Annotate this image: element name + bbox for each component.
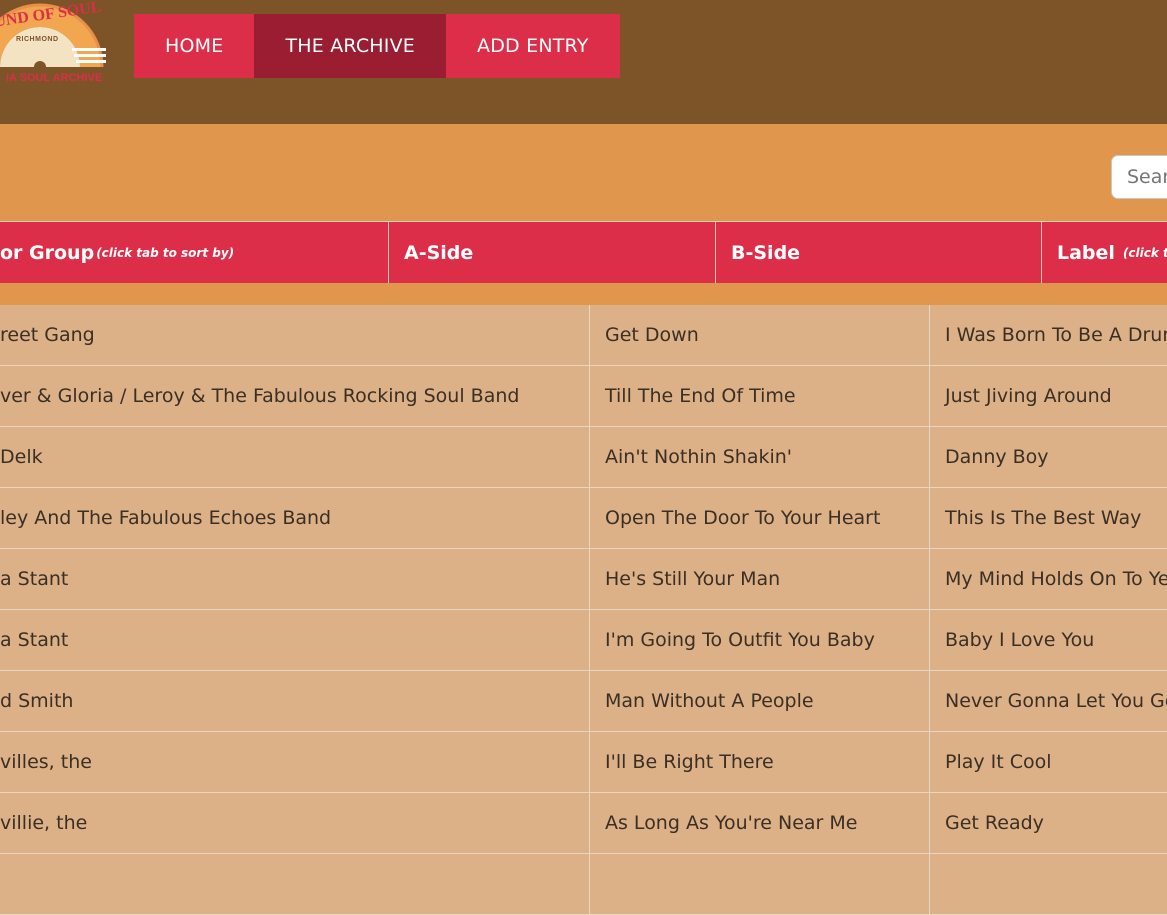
column-a-side-header[interactable]: A-Side [388,222,715,284]
b-side-cell: I Was Born To Be A Drumm [929,305,1167,365]
search-band [0,124,1167,222]
b-side-cell: My Mind Holds On To Yes [929,549,1167,609]
a-side-cell: Get Down [589,305,929,365]
table-row[interactable]: Delk Ain't Nothin Shakin' Danny Boy [0,427,1167,488]
artist-cell: Delk [0,446,43,468]
artist-cell: ley And The Fabulous Echoes Band [0,507,332,529]
logo-bottom-text: IA SOUL ARCHIVE [6,72,103,84]
site-logo[interactable]: UND OF SOUL RICHMOND IA SOUL ARCHIVE [0,0,110,97]
table-header: or Group (click tab to sort by) A-Side B-… [0,221,1167,284]
artist-cell: reet Gang [0,324,95,346]
column-a-side-label: A-Side [404,242,474,264]
table-row[interactable]: reet Gang Get Down I Was Born To Be A Dr… [0,305,1167,366]
b-side-cell: Never Gonna Let You Go [929,671,1167,731]
a-side-cell: Till The End Of Time [589,366,929,426]
logo-middle-text: RICHMOND [16,36,59,43]
a-side-cell: He's Still Your Man [589,549,929,609]
nav-add-entry-button[interactable]: ADD ENTRY [446,14,620,78]
a-side-cell: Open The Door To Your Heart [589,488,929,548]
artist-cell: villie, the [0,812,88,834]
search-input[interactable] [1111,155,1167,199]
a-side-cell [589,854,929,914]
b-side-cell: Get Ready [929,793,1167,853]
table-row[interactable]: ley And The Fabulous Echoes Band Open Th… [0,488,1167,549]
a-side-cell: As Long As You're Near Me [589,793,929,853]
column-artist-hint: (click tab to sort by) [96,246,235,260]
a-side-cell: Man Without A People [589,671,929,731]
column-artist-label: or Group [0,242,95,264]
column-label-hint: (click tab [1122,246,1167,260]
table-body: reet Gang Get Down I Was Born To Be A Dr… [0,305,1167,915]
b-side-cell: This Is The Best Way [929,488,1167,548]
a-side-cell: I'll Be Right There [589,732,929,792]
b-side-cell: Baby I Love You [929,610,1167,670]
table-row[interactable]: villie, the As Long As You're Near Me Ge… [0,793,1167,854]
b-side-cell [929,854,1167,914]
table-row[interactable]: a Stant He's Still Your Man My Mind Hold… [0,549,1167,610]
a-side-cell: Ain't Nothin Shakin' [589,427,929,487]
nav-home-button[interactable]: HOME [134,14,255,78]
artist-cell [0,854,589,914]
table-spacer [0,283,1167,305]
artist-cell: d Smith [0,690,74,712]
table-row[interactable]: ver & Gloria / Leroy & The Fabulous Rock… [0,366,1167,427]
main-nav: HOME THE ARCHIVE ADD ENTRY [134,14,620,78]
artist-cell: a Stant [0,568,69,590]
column-b-side-header[interactable]: B-Side [715,222,1041,284]
column-label-label: Label [1057,242,1115,264]
table-row[interactable]: a Stant I'm Going To Outfit You Baby Bab… [0,610,1167,671]
b-side-cell: Play It Cool [929,732,1167,792]
table-row[interactable] [0,854,1167,915]
artist-cell: a Stant [0,629,69,651]
column-artist-header[interactable]: or Group (click tab to sort by) [0,222,388,284]
artist-cell: ver & Gloria / Leroy & The Fabulous Rock… [0,385,520,407]
b-side-cell: Just Jiving Around [929,366,1167,426]
table-row[interactable]: d Smith Man Without A People Never Gonna… [0,671,1167,732]
column-b-side-label: B-Side [731,242,801,264]
nav-archive-button[interactable]: THE ARCHIVE [254,14,447,78]
a-side-cell: I'm Going To Outfit You Baby [589,610,929,670]
logo-top-text: UND OF SOUL [0,0,103,31]
top-bar: UND OF SOUL RICHMOND IA SOUL ARCHIVE HOM… [0,0,1167,124]
table-row[interactable]: villes, the I'll Be Right There Play It … [0,732,1167,793]
column-label-header[interactable]: Label (click tab [1041,222,1167,284]
b-side-cell: Danny Boy [929,427,1167,487]
artist-cell: villes, the [0,751,92,773]
